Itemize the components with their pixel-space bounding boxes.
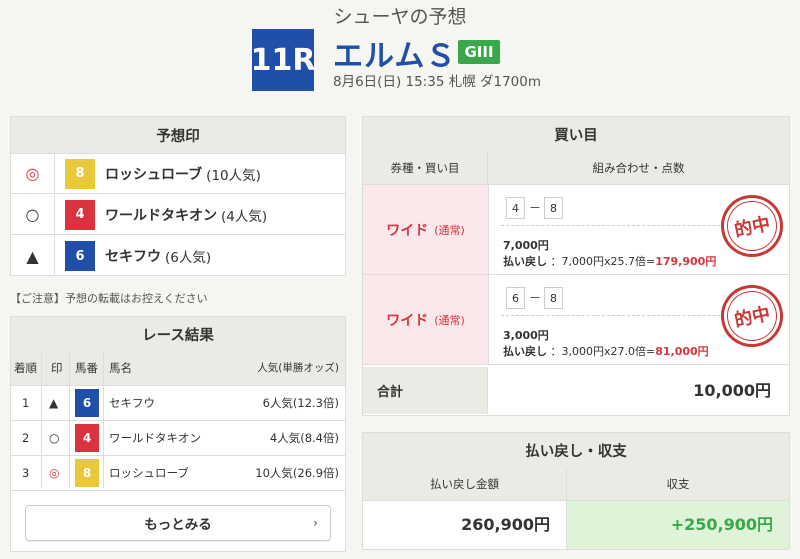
combo-dash: － xyxy=(529,291,542,305)
double-circle-mark: ◎ xyxy=(11,154,55,193)
notice-text: 【ご注意】予想の転載はお控えください xyxy=(10,292,208,305)
horse-number: 4 xyxy=(75,424,99,452)
payout-line: 払い戻し ：3,000円x27.0倍=81,000円 xyxy=(503,345,709,358)
forecast-row: ◎ 8 ロッシュローブ (10人気) xyxy=(11,154,345,194)
col-combo: 組み合わせ・点数 xyxy=(592,161,685,175)
col-name: 馬名 xyxy=(109,361,132,375)
more-button[interactable]: もっとみる › xyxy=(25,505,331,541)
hit-stamp-icon: 的中 xyxy=(715,279,789,353)
payout-line: 払い戻し ：7,000円x25.7倍=179,900円 xyxy=(503,255,717,268)
forecast-row: ▲ 6 セキフウ (6人気) xyxy=(11,236,345,276)
payout-header: 払い戻し金額 収支 xyxy=(363,468,789,501)
horse-number: 4 xyxy=(65,199,95,230)
horse-name[interactable]: セキフウ xyxy=(105,246,161,266)
horse-number: 6 xyxy=(65,241,95,271)
col-type: 券種・買い目 xyxy=(363,152,488,184)
result-panel: レース結果 着順 印 馬番 馬名 人気(単勝オッズ) 1 ▲ 6 セキフウ 6人… xyxy=(10,316,346,552)
total-value: 10,000円 xyxy=(693,381,771,400)
bet-subtype: (通常) xyxy=(434,313,465,327)
popularity: 10人気(26.9倍) xyxy=(255,466,339,480)
combo-horse: 4 xyxy=(506,197,525,219)
divider xyxy=(103,352,104,488)
col-pop: 人気(単勝オッズ) xyxy=(257,362,339,374)
col-mark: 印 xyxy=(51,361,63,375)
table-row: 3 ◎ 8 ロッシュローブ 10人気(26.9倍) xyxy=(11,456,345,491)
col-rank: 着順 xyxy=(14,361,37,375)
triangle-mark: ▲ xyxy=(49,396,59,410)
horse-name[interactable]: ロッシュローブ xyxy=(105,164,202,184)
combo-horse: 6 xyxy=(506,287,525,309)
payout-amount: 179,900円 xyxy=(655,255,717,268)
race-number-badge: 11R xyxy=(251,29,315,91)
more-label: もっとみる xyxy=(144,517,212,533)
divider xyxy=(501,315,751,316)
result-title: レース結果 xyxy=(11,317,345,353)
payout-amount: 81,000円 xyxy=(655,345,709,358)
divider xyxy=(69,352,70,488)
horse-number: 8 xyxy=(65,158,95,189)
popularity: (6人気) xyxy=(165,250,212,266)
total-label: 合計 xyxy=(363,367,488,414)
forecast-row: ○ 4 ワールドタキオン (4人気) xyxy=(11,195,345,235)
bet-amount: 3,000円 xyxy=(503,329,549,342)
forecaster-title: シューヤの予想 xyxy=(333,6,467,28)
col-payout: 払い戻し金額 xyxy=(363,468,567,500)
double-circle-mark: ◎ xyxy=(49,466,60,480)
hit-stamp-icon: 的中 xyxy=(715,189,789,263)
bet-amount: 7,000円 xyxy=(503,239,549,252)
bet-row: ワイド (通常) 4 － 8 7,000円 払い戻し ：7,000円x25.7倍=… xyxy=(363,185,789,275)
bet-type: ワイド (通常) xyxy=(363,275,489,364)
race-info: 8月6日(日) 15:35 札幌 ダ1700m xyxy=(333,74,541,90)
popularity: 4人気(8.4倍) xyxy=(269,431,339,445)
horse-number: 8 xyxy=(75,459,99,487)
result-header: 着順 印 馬番 馬名 人気(単勝オッズ) xyxy=(11,352,345,386)
popularity: (10人気) xyxy=(206,167,261,184)
bets-panel: 買い目 券種・買い目 組み合わせ・点数 ワイド (通常) 4 － 8 7,000円… xyxy=(362,116,790,416)
triangle-mark: ▲ xyxy=(11,236,55,276)
divider xyxy=(501,225,751,226)
horse-name[interactable]: ワールドタキオン xyxy=(109,421,201,455)
bet-type: ワイド (通常) xyxy=(363,185,489,274)
divider xyxy=(41,352,42,488)
combo-horse: 8 xyxy=(544,197,563,219)
horse-number: 6 xyxy=(75,389,99,417)
popularity: 6人気(12.3倍) xyxy=(262,396,339,410)
circle-mark: ○ xyxy=(49,431,60,445)
payout-value: 260,900円 xyxy=(363,501,567,549)
combo-horse: 8 xyxy=(544,287,563,309)
grade-badge: GIII xyxy=(458,40,500,64)
balance-value: +250,900円 xyxy=(567,501,789,549)
rank: 3 xyxy=(22,466,30,480)
combo-dash: － xyxy=(529,201,542,215)
col-balance: 収支 xyxy=(666,477,690,491)
forecast-panel: 予想印 ◎ 8 ロッシュローブ (10人気) ○ 4 ワールドタキオン (4人気… xyxy=(10,116,346,276)
bet-subtype: (通常) xyxy=(434,223,465,237)
total-row: 合計 10,000円 xyxy=(363,367,789,414)
table-row: 1 ▲ 6 セキフウ 6人気(12.3倍) xyxy=(11,386,345,421)
bets-header: 券種・買い目 組み合わせ・点数 xyxy=(363,152,789,185)
horse-name[interactable]: セキフウ xyxy=(109,386,155,420)
rank: 2 xyxy=(22,431,30,445)
horse-name[interactable]: ワールドタキオン xyxy=(105,205,217,225)
rank: 1 xyxy=(22,396,30,410)
table-row: 2 ○ 4 ワールドタキオン 4人気(8.4倍) xyxy=(11,421,345,456)
forecast-title: 予想印 xyxy=(11,117,345,154)
col-num: 馬番 xyxy=(75,361,98,375)
payout-panel: 払い戻し・収支 払い戻し金額 収支 260,900円 +250,900円 xyxy=(362,432,790,550)
bet-row: ワイド (通常) 6 － 8 3,000円 払い戻し ：3,000円x27.0倍=… xyxy=(363,275,789,365)
bets-title: 買い目 xyxy=(363,117,789,153)
chevron-right-icon: › xyxy=(313,516,318,530)
circle-mark: ○ xyxy=(11,195,55,234)
race-name: エルムＳ xyxy=(333,39,457,74)
popularity: (4人気) xyxy=(221,208,268,225)
payout-title: 払い戻し・収支 xyxy=(363,433,789,469)
horse-name[interactable]: ロッシュローブ xyxy=(109,456,189,490)
